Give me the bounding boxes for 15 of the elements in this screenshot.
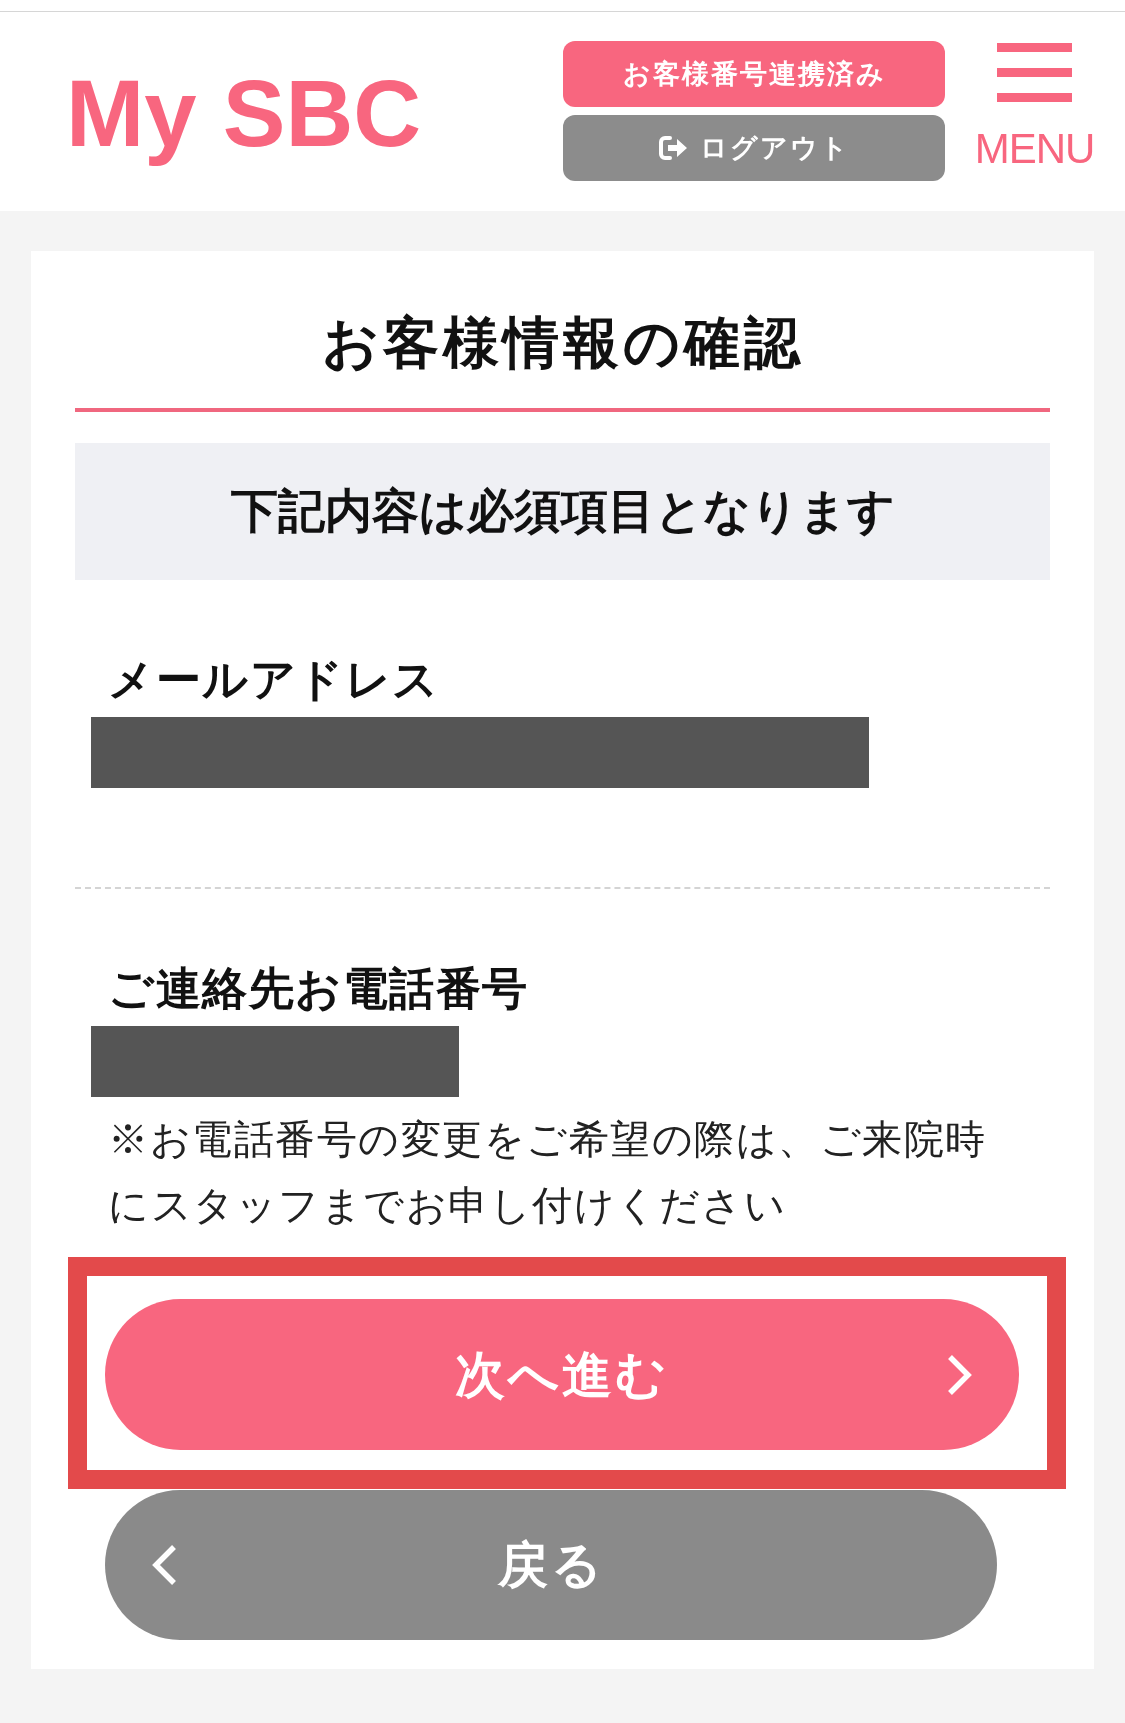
back-button[interactable]: 戻る: [105, 1490, 997, 1640]
logo: My SBC: [66, 60, 422, 168]
logout-icon: [658, 135, 688, 161]
notice-banner: 下記内容は必須項目となります: [75, 443, 1050, 580]
menu-icon: [997, 43, 1072, 102]
next-button[interactable]: 次へ進む: [105, 1299, 1019, 1450]
account-status-button[interactable]: お客様番号連携済み: [563, 41, 945, 107]
logout-button[interactable]: ログアウト: [563, 115, 945, 181]
page-title: お客様情報の確認: [320, 310, 805, 376]
note-text: ※お電話番号の変更をご希望の際は、ご来院時にスタッフまでお申し付けください: [108, 1116, 988, 1229]
chevron-right-icon: [946, 1352, 973, 1397]
field-label: メールアドレス: [107, 653, 441, 707]
menu-button[interactable]: MENU: [974, 43, 1095, 170]
chevron-left-icon: [151, 1543, 178, 1587]
field-label: ご連絡先お電話番号: [107, 962, 530, 1016]
